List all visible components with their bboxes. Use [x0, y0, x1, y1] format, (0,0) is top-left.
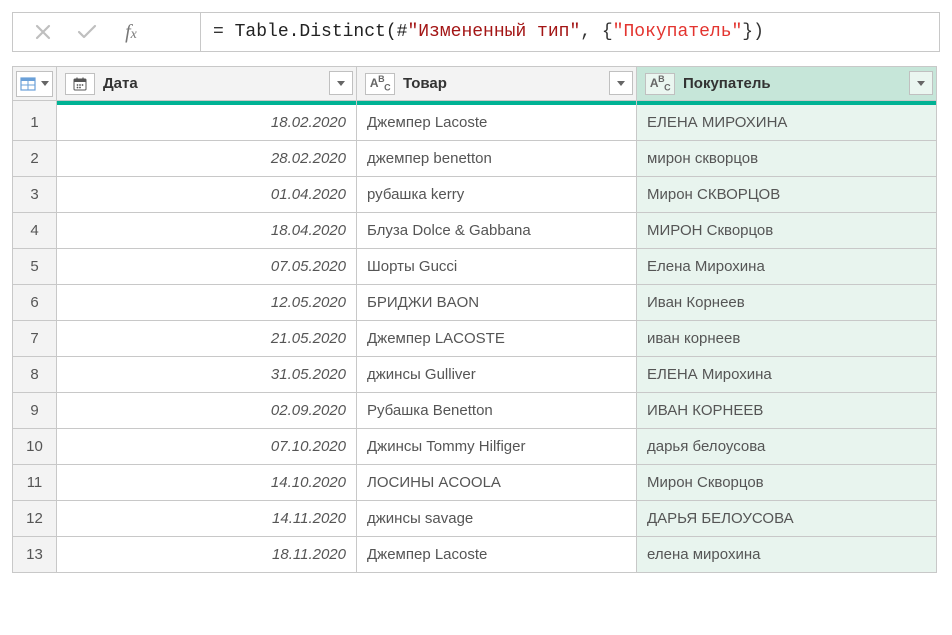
cell-date[interactable]: 28.02.2020: [57, 141, 357, 177]
row-number[interactable]: 2: [13, 141, 57, 177]
row-number[interactable]: 9: [13, 393, 57, 429]
column-label: Товар: [403, 75, 447, 92]
cell-date[interactable]: 18.11.2020: [57, 537, 357, 573]
table-row[interactable]: 418.04.2020Блуза Dolce & GabbanaМИРОН Ск…: [13, 213, 937, 249]
cell-buyer[interactable]: ЕЛЕНА Мирохина: [637, 357, 937, 393]
cell-date[interactable]: 18.04.2020: [57, 213, 357, 249]
cell-buyer[interactable]: иван корнеев: [637, 321, 937, 357]
cell-product[interactable]: джинсы Gulliver: [357, 357, 637, 393]
cell-date[interactable]: 21.05.2020: [57, 321, 357, 357]
chevron-down-icon: [337, 81, 345, 86]
cell-product[interactable]: ЛОСИНЫ ACOOLA: [357, 465, 637, 501]
cell-date[interactable]: 14.11.2020: [57, 501, 357, 537]
corner-cell[interactable]: [13, 67, 57, 101]
column-header-product[interactable]: ABC Товар: [357, 67, 637, 101]
chevron-down-icon: [917, 81, 925, 86]
cell-product[interactable]: БРИДЖИ BAON: [357, 285, 637, 321]
cell-buyer[interactable]: Мирон СКВОРЦОВ: [637, 177, 937, 213]
cell-buyer[interactable]: МИРОН Скворцов: [637, 213, 937, 249]
table-icon: [20, 76, 36, 92]
cell-product[interactable]: Блуза Dolce & Gabbana: [357, 213, 637, 249]
row-number[interactable]: 3: [13, 177, 57, 213]
cell-product[interactable]: Джемпер Lacoste: [357, 105, 637, 141]
row-number[interactable]: 5: [13, 249, 57, 285]
chevron-down-icon: [617, 81, 625, 86]
cell-buyer[interactable]: ЕЛЕНА МИРОХИНА: [637, 105, 937, 141]
cell-buyer[interactable]: ИВАН КОРНЕЕВ: [637, 393, 937, 429]
cancel-button[interactable]: [21, 13, 65, 51]
date-type-icon: [65, 73, 95, 95]
row-number[interactable]: 12: [13, 501, 57, 537]
row-number[interactable]: 8: [13, 357, 57, 393]
cell-buyer[interactable]: елена мирохина: [637, 537, 937, 573]
column-header-date[interactable]: Дата: [57, 67, 357, 101]
chevron-down-icon: [41, 81, 49, 86]
table-row[interactable]: 118.02.2020Джемпер LacosteЕЛЕНА МИРОХИНА: [13, 105, 937, 141]
cell-date[interactable]: 18.02.2020: [57, 105, 357, 141]
fx-button[interactable]: fx: [109, 13, 153, 51]
table-row[interactable]: 1214.11.2020джинсы savageДАРЬЯ БЕЛОУСОВА: [13, 501, 937, 537]
table-row[interactable]: 1114.10.2020ЛОСИНЫ ACOOLAМирон Скворцов: [13, 465, 937, 501]
filter-button[interactable]: [609, 71, 633, 95]
table-row[interactable]: 228.02.2020джемпер benettonмирон скворцо…: [13, 141, 937, 177]
formula-actions: fx: [13, 13, 201, 51]
table-row[interactable]: 1318.11.2020Джемпер Lacosteелена мирохин…: [13, 537, 937, 573]
cell-date[interactable]: 01.04.2020: [57, 177, 357, 213]
formula-input[interactable]: = Table.Distinct(#"Измененный тип", {"По…: [201, 13, 939, 51]
cell-product[interactable]: джинсы savage: [357, 501, 637, 537]
cell-buyer[interactable]: Мирон Скворцов: [637, 465, 937, 501]
table-row[interactable]: 902.09.2020Рубашка BenettonИВАН КОРНЕЕВ: [13, 393, 937, 429]
text-type-icon: ABC: [365, 73, 395, 95]
cell-product[interactable]: джемпер benetton: [357, 141, 637, 177]
row-number[interactable]: 11: [13, 465, 57, 501]
formula-bar: fx = Table.Distinct(#"Измененный тип", {…: [12, 12, 940, 52]
cell-product[interactable]: рубашка kerry: [357, 177, 637, 213]
cell-date[interactable]: 31.05.2020: [57, 357, 357, 393]
column-header-buyer[interactable]: ABC Покупатель: [637, 67, 937, 101]
confirm-button[interactable]: [65, 13, 109, 51]
cell-date[interactable]: 02.09.2020: [57, 393, 357, 429]
cell-date[interactable]: 14.10.2020: [57, 465, 357, 501]
cell-product[interactable]: Шорты Gucci: [357, 249, 637, 285]
data-grid: Дата ABC Товар ABC Покупатель 118.02.202…: [12, 66, 937, 573]
cell-buyer[interactable]: дарья белоусова: [637, 429, 937, 465]
table-row[interactable]: 721.05.2020Джемпер LACOSTEиван корнеев: [13, 321, 937, 357]
cell-product[interactable]: Джемпер LACOSTE: [357, 321, 637, 357]
table-row[interactable]: 612.05.2020БРИДЖИ BAONИван Корнеев: [13, 285, 937, 321]
cell-date[interactable]: 12.05.2020: [57, 285, 357, 321]
row-number[interactable]: 6: [13, 285, 57, 321]
column-label: Покупатель: [683, 75, 771, 92]
cell-buyer[interactable]: Елена Мирохина: [637, 249, 937, 285]
header-row: Дата ABC Товар ABC Покупатель: [13, 67, 937, 101]
row-number[interactable]: 10: [13, 429, 57, 465]
cell-product[interactable]: Джинсы Tommy Hilfiger: [357, 429, 637, 465]
row-number[interactable]: 13: [13, 537, 57, 573]
table-row[interactable]: 301.04.2020рубашка kerryМирон СКВОРЦОВ: [13, 177, 937, 213]
row-number[interactable]: 7: [13, 321, 57, 357]
table-row[interactable]: 831.05.2020джинсы GulliverЕЛЕНА Мирохина: [13, 357, 937, 393]
cell-date[interactable]: 07.10.2020: [57, 429, 357, 465]
column-label: Дата: [103, 75, 138, 92]
cell-buyer[interactable]: ДАРЬЯ БЕЛОУСОВА: [637, 501, 937, 537]
row-number[interactable]: 1: [13, 105, 57, 141]
cell-buyer[interactable]: мирон скворцов: [637, 141, 937, 177]
table-row[interactable]: 507.05.2020Шорты GucciЕлена Мирохина: [13, 249, 937, 285]
text-type-icon: ABC: [645, 73, 675, 95]
cell-product[interactable]: Рубашка Benetton: [357, 393, 637, 429]
table-row[interactable]: 1007.10.2020Джинсы Tommy Hilfigerдарья б…: [13, 429, 937, 465]
cell-date[interactable]: 07.05.2020: [57, 249, 357, 285]
cell-product[interactable]: Джемпер Lacoste: [357, 537, 637, 573]
cell-buyer[interactable]: Иван Корнеев: [637, 285, 937, 321]
row-number[interactable]: 4: [13, 213, 57, 249]
formula-text: = Table.Distinct(#"Измененный тип", {"По…: [213, 22, 764, 42]
filter-button[interactable]: [909, 71, 933, 95]
filter-button[interactable]: [329, 71, 353, 95]
